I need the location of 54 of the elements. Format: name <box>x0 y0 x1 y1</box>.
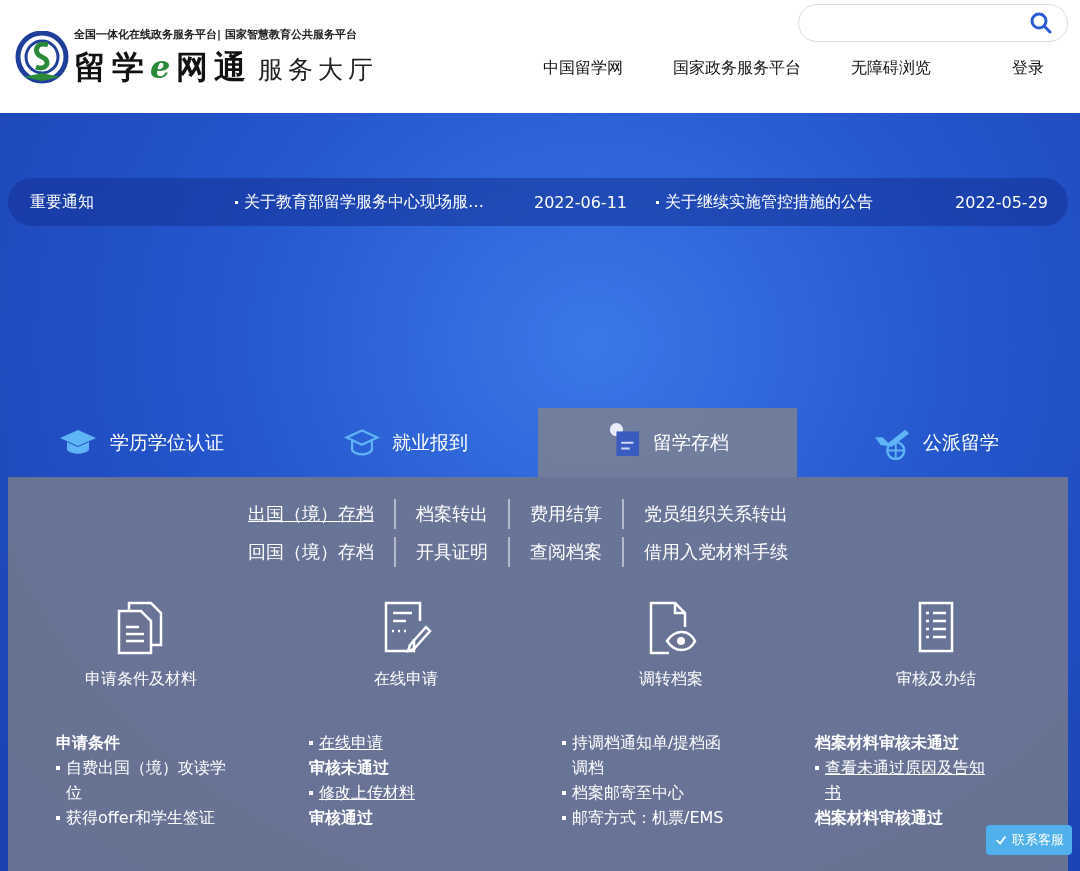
bullet-icon <box>56 816 60 820</box>
bullet-icon <box>56 766 60 770</box>
nav-link[interactable]: 中国留学网 <box>518 58 648 79</box>
step-label: 调转档案 <box>638 669 703 690</box>
customer-service-button[interactable]: 联系客服 <box>986 825 1072 855</box>
section-heading: 审核通过 <box>309 807 374 829</box>
brand-name: 留学 e 网通 <box>74 47 253 88</box>
subnav-link[interactable]: 开具证明 <box>394 537 508 567</box>
bullet-icon <box>562 741 566 745</box>
nav-link[interactable]: 登录 <box>956 58 1068 79</box>
notice-link[interactable]: 关于教育部留学服务中心现场服… <box>244 191 534 213</box>
site-subtitle: 服务大厅 <box>258 54 379 86</box>
notice-date: 2022-06-11 <box>534 192 628 212</box>
subnav-link[interactable]: 费用结算 <box>508 499 622 529</box>
search-icon[interactable] <box>1029 11 1053 35</box>
bullet-icon <box>235 200 238 204</box>
service-tab[interactable]: 留学存档 <box>538 408 797 477</box>
platform-tagline: 全国一体化在线政务服务平台| 国家智慧教育公共服务平台 <box>74 27 358 42</box>
nav-link[interactable]: 国家政务服务平台 <box>648 58 826 79</box>
section-heading: 审核未通过 <box>309 757 390 779</box>
detail-link[interactable]: 在线申请 <box>319 730 383 755</box>
step-label: 审核及办结 <box>895 669 976 690</box>
detail-link[interactable]: 查看未通过原因及告知书 <box>825 755 987 805</box>
check-icon <box>994 833 1008 847</box>
detail-text: 获得offer和学生签证 <box>66 807 216 829</box>
bullet-icon <box>815 766 819 770</box>
bullet-icon <box>309 791 313 795</box>
subnav-link[interactable]: 借用入党材料手续 <box>622 537 808 567</box>
notice-link[interactable]: 关于继续实施管控措施的公告 <box>665 191 955 213</box>
detail-text: 自费出国（境）攻读学位 <box>66 757 227 804</box>
bullet-icon <box>309 741 313 745</box>
subnav-link[interactable]: 档案转出 <box>394 499 508 529</box>
section-heading: 申请条件 <box>56 732 121 754</box>
service-tab[interactable]: 公派留学 <box>803 408 1068 477</box>
subnav-link[interactable]: 查阅档案 <box>508 537 622 567</box>
detail-text: 持调档通知单/提档函调档 <box>572 732 723 779</box>
notice-label: 重要通知 <box>30 191 95 213</box>
subnav-link[interactable]: 出国（境）存档 <box>248 499 394 529</box>
subnav-link[interactable]: 回国（境）存档 <box>248 537 394 567</box>
section-heading: 档案材料审核通过 <box>815 807 944 829</box>
service-tab[interactable]: 就业报到 <box>273 408 538 477</box>
detail-link[interactable]: 修改上传材料 <box>319 780 415 805</box>
detail-text: 邮寄方式：机票/EMS <box>572 807 724 829</box>
detail-text: 档案邮寄至中心 <box>572 782 684 804</box>
section-heading: 档案材料审核未通过 <box>815 732 960 754</box>
nav-link[interactable]: 无障碍浏览 <box>826 58 956 79</box>
notice-date: 2022-05-29 <box>955 192 1048 212</box>
bullet-icon <box>656 200 659 204</box>
subnav-link[interactable]: 党员组织关系转出 <box>622 499 808 529</box>
step-label: 申请条件及材料 <box>84 669 197 690</box>
bullet-icon <box>562 791 566 795</box>
step-label: 在线申请 <box>373 669 438 690</box>
bullet-icon <box>562 816 566 820</box>
service-tab[interactable]: 学历学位认证 <box>8 408 273 477</box>
